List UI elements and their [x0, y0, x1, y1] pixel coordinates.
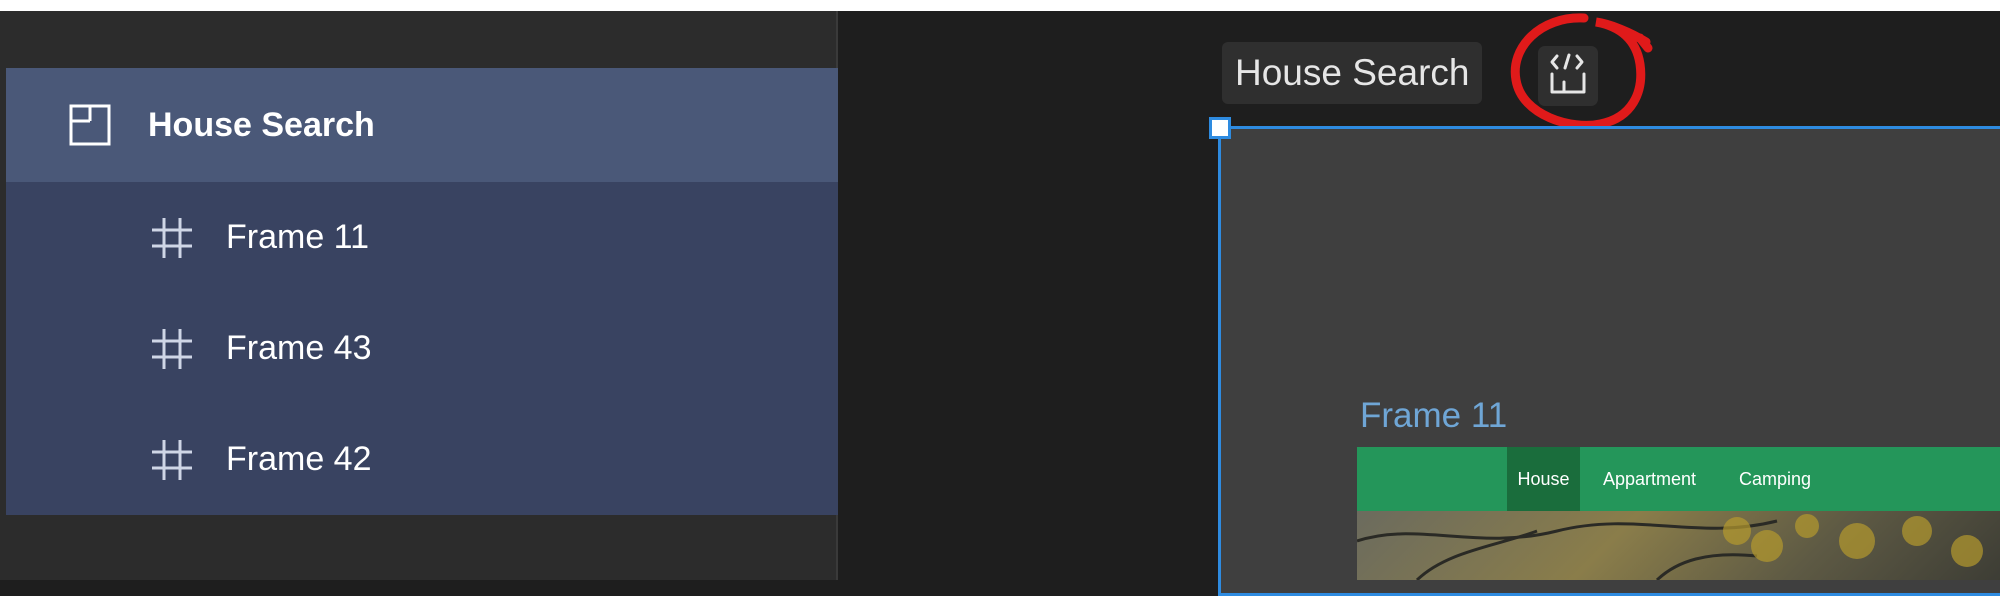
- frame-title-chip[interactable]: House Search: [1222, 42, 1483, 104]
- window-top-edge: [0, 0, 2000, 11]
- frame-11-label[interactable]: Frame 11: [1360, 396, 1507, 436]
- frame-icon: [148, 436, 196, 484]
- nav-item-camping[interactable]: Camping: [1739, 447, 1811, 511]
- layer-frame-11[interactable]: Frame 11: [6, 182, 838, 293]
- layer-frame-43[interactable]: Frame 43: [6, 293, 838, 404]
- layer-label: Frame 43: [226, 329, 372, 367]
- frame-icon: [148, 214, 196, 262]
- resize-handle[interactable]: [1209, 117, 1231, 139]
- frame-nav-bar: House Appartment Camping: [1357, 447, 2000, 511]
- layer-label: Frame 11: [226, 218, 369, 256]
- page-icon: [66, 101, 114, 149]
- hero-image: [1357, 511, 2000, 580]
- layer-label: Frame 42: [226, 440, 372, 478]
- dev-mode-button[interactable]: [1538, 46, 1598, 106]
- nav-item-appartment[interactable]: Appartment: [1603, 447, 1696, 511]
- layer-frame-42[interactable]: Frame 42: [6, 404, 838, 515]
- frame-title: House Search: [1235, 52, 1470, 93]
- nav-item-house[interactable]: House: [1507, 447, 1580, 511]
- layer-page-house-search[interactable]: House Search: [6, 68, 838, 182]
- layer-label: House Search: [148, 105, 375, 144]
- code-icon: [1544, 50, 1592, 103]
- frame-icon: [148, 325, 196, 373]
